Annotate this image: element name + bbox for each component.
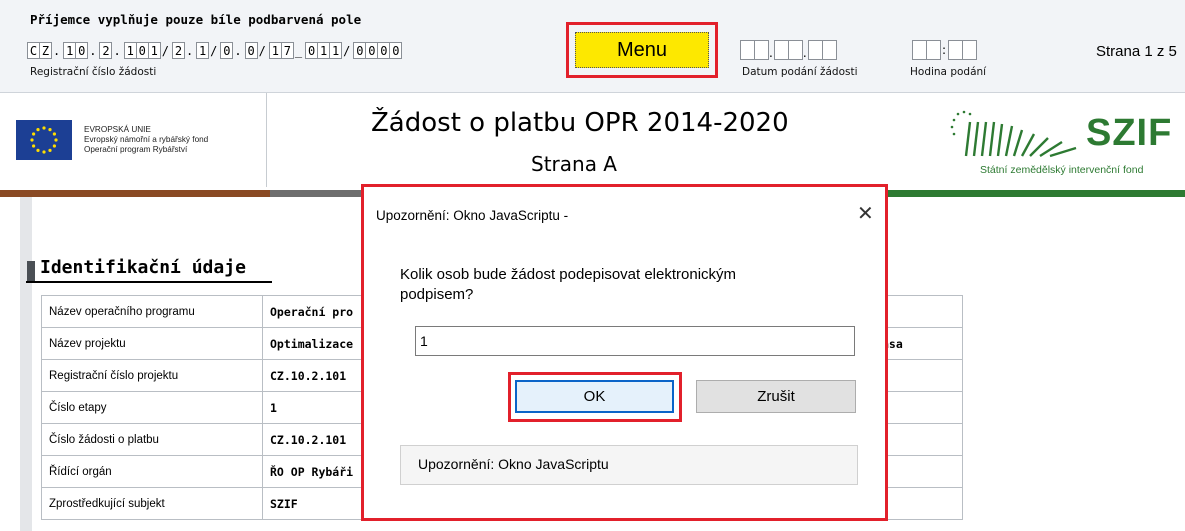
- header-stripe-brown: [0, 190, 270, 197]
- fill-hint: Příjemce vyplňuje pouze bíle podbarvená …: [30, 12, 362, 27]
- close-icon[interactable]: ✕: [857, 201, 874, 225]
- row-label: Název projektu: [41, 327, 263, 360]
- page-indicator: Strana 1 z 5: [1096, 43, 1177, 60]
- ok-button[interactable]: OK: [515, 380, 674, 413]
- registration-separator: /: [343, 43, 351, 58]
- dialog-footer: Upozornění: Okno JavaScriptu: [400, 445, 858, 485]
- page-subtitle: Strana A: [531, 152, 617, 176]
- registration-separator: .: [185, 43, 194, 58]
- signer-count-input[interactable]: [415, 326, 855, 356]
- section-title: Identifikační údaje: [40, 257, 246, 278]
- registration-separator: .: [89, 43, 97, 58]
- submission-time-label: Hodina podání: [910, 66, 987, 78]
- row-label: Zprostředkující subjekt: [41, 487, 263, 520]
- szif-subtitle: Státní zemědělský intervenční fond: [980, 164, 1144, 176]
- registration-separator: .: [53, 43, 61, 58]
- row-label: Registrační číslo projektu: [41, 359, 263, 392]
- row-label: Číslo etapy: [41, 391, 263, 424]
- row-label: Název operačního programu: [41, 295, 263, 328]
- cancel-button[interactable]: Zrušit: [696, 380, 856, 413]
- dialog-message: Kolik osob bude žádost podepisovat elekt…: [400, 266, 737, 303]
- section-marker: [27, 261, 35, 281]
- dialog-title: Upozornění: Okno JavaScriptu -: [376, 208, 569, 223]
- szif-logo: SZIF: [1086, 112, 1173, 154]
- registration-separator: /: [161, 43, 169, 58]
- registration-separator: /: [258, 43, 266, 58]
- eu-text: EVROPSKÁ UNIE Evropský námořní a rybářsk…: [84, 125, 209, 154]
- row-label: Číslo žádosti o platbu: [41, 423, 263, 456]
- page-title: Žádost o platbu OPR 2014-2020: [371, 108, 789, 138]
- submission-date-field[interactable]: . .: [740, 40, 837, 60]
- eu-flag-icon: [16, 120, 72, 160]
- registration-number-label: Registrační číslo žádosti: [30, 66, 157, 78]
- registration-separator: .: [234, 43, 242, 58]
- menu-button[interactable]: Menu: [575, 32, 709, 68]
- javascript-prompt-dialog: Upozornění: Okno JavaScriptu - ✕ Kolik o…: [361, 184, 888, 521]
- row-label: Řídící orgán: [41, 455, 263, 488]
- submission-date-label: Datum podání žádosti: [742, 66, 858, 78]
- registration-separator: .: [113, 43, 121, 58]
- registration-separator: _: [294, 43, 303, 58]
- left-sidebar-strip: [20, 197, 32, 531]
- registration-number-field: C Z. 1 0. 2. 1 0 1/2. 1/0. 0/1 7 _ 0 1 1/0 0 0 0: [27, 42, 403, 59]
- registration-separator: /: [210, 43, 218, 58]
- szif-field-icon: [948, 108, 1086, 164]
- submission-time-field[interactable]: :: [912, 40, 978, 60]
- registration-char-box: 0: [389, 42, 403, 59]
